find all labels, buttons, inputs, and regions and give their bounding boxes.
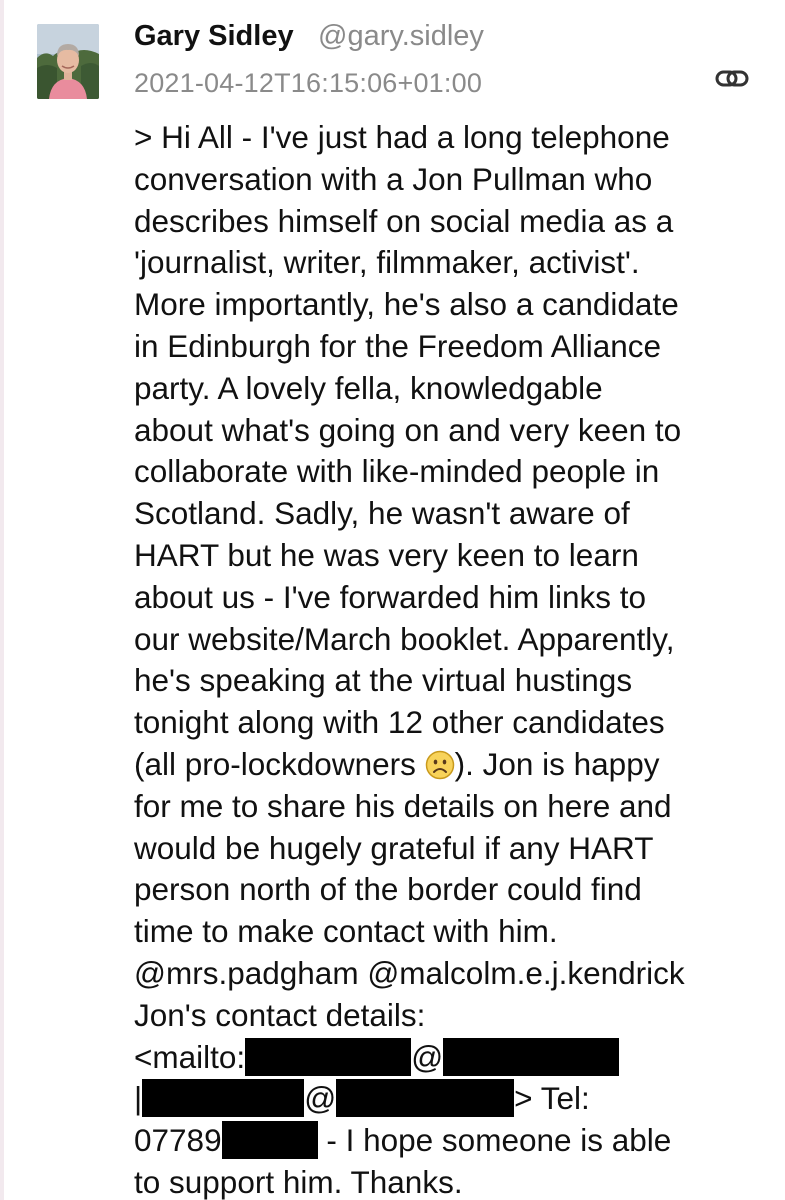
post-text: ). Jon is happy (454, 745, 660, 782)
post-line: HART but he was very keen to learn (134, 536, 639, 573)
tel-label: > Tel: (514, 1080, 590, 1117)
post-line: in Edinburgh for the Freedom Alliance (134, 327, 662, 364)
post-line: about us - I've forwarded him links to (134, 578, 646, 615)
redaction-box (221, 1121, 318, 1160)
avatar-photo-icon (37, 24, 99, 99)
redaction-box (142, 1079, 305, 1118)
post-line: describes himself on social media as a (134, 202, 674, 239)
post-body: > Hi All - I've just had a long telephon… (134, 117, 764, 1200)
post-line: he's speaking at the virtual hustings (134, 662, 633, 699)
post-line: Scotland. Sadly, he wasn't aware of (134, 495, 630, 532)
post-line: time to make contact with him. (134, 913, 558, 950)
post-line: person north of the border could find (134, 871, 642, 908)
author-handle[interactable]: @gary.sidley (318, 20, 484, 53)
author-name[interactable]: Gary Sidley (134, 20, 294, 53)
post-text: - I hope someone is able (317, 1122, 672, 1159)
post-line: 'journalist, writer, filmmaker, activist… (134, 244, 640, 281)
post-line: tonight along with 12 other candidates (134, 704, 665, 741)
post-line: to support him. Thanks. (134, 1163, 463, 1200)
redaction-box (336, 1079, 515, 1118)
at-sign: @ (411, 1038, 444, 1075)
phone-line: 07789 - I hope someone is able (134, 1120, 764, 1162)
post-timestamp[interactable]: 2021-04-12T16:15:06+01:00 (134, 68, 482, 99)
phone-prefix: 07789 (134, 1122, 222, 1159)
pipe-separator: | (134, 1080, 143, 1117)
post-line-with-emoji: (all pro-lockdowners ). Jon is happy (134, 744, 764, 786)
user-avatar[interactable] (37, 24, 99, 99)
mention-mrs-padgham[interactable]: @mrs.padgham (134, 955, 359, 991)
left-border (0, 0, 4, 1200)
redaction-box (443, 1037, 620, 1076)
permalink-link-icon[interactable] (715, 68, 749, 90)
frowning-face-emoji-icon (425, 749, 455, 780)
email-line: | @ > Tel: (134, 1078, 764, 1120)
post-line: about what's going on and very keen to (134, 411, 682, 448)
mailto-prefix[interactable]: <mailto: (134, 1039, 245, 1075)
post-line: party. A lovely fella, knowledgable (134, 369, 603, 406)
post-line: for me to share his details on here and (134, 787, 672, 824)
at-sign: @ (304, 1080, 337, 1117)
mention-malcolm-kendrick[interactable]: @malcolm.e.j.kendrick (367, 955, 684, 991)
redaction-box (245, 1037, 412, 1076)
mailto-line: <mailto: @ (134, 1037, 764, 1079)
post-line: > Hi All - I've just had a long telephon… (134, 119, 670, 155)
post-line: conversation with a Jon Pullman who (134, 160, 653, 197)
post-line: collaborate with like-minded people in (134, 453, 660, 490)
mentions-line: @mrs.padgham @malcolm.e.j.kendrick (134, 953, 764, 995)
contact-heading: Jon's contact details: (134, 996, 426, 1033)
post-line: our website/March booklet. Apparently, (134, 620, 675, 657)
post-line: More importantly, he's also a candidate (134, 286, 679, 323)
post-line: would be hugely grateful if any HART (134, 829, 654, 866)
post-text: (all pro-lockdowners (134, 745, 425, 782)
